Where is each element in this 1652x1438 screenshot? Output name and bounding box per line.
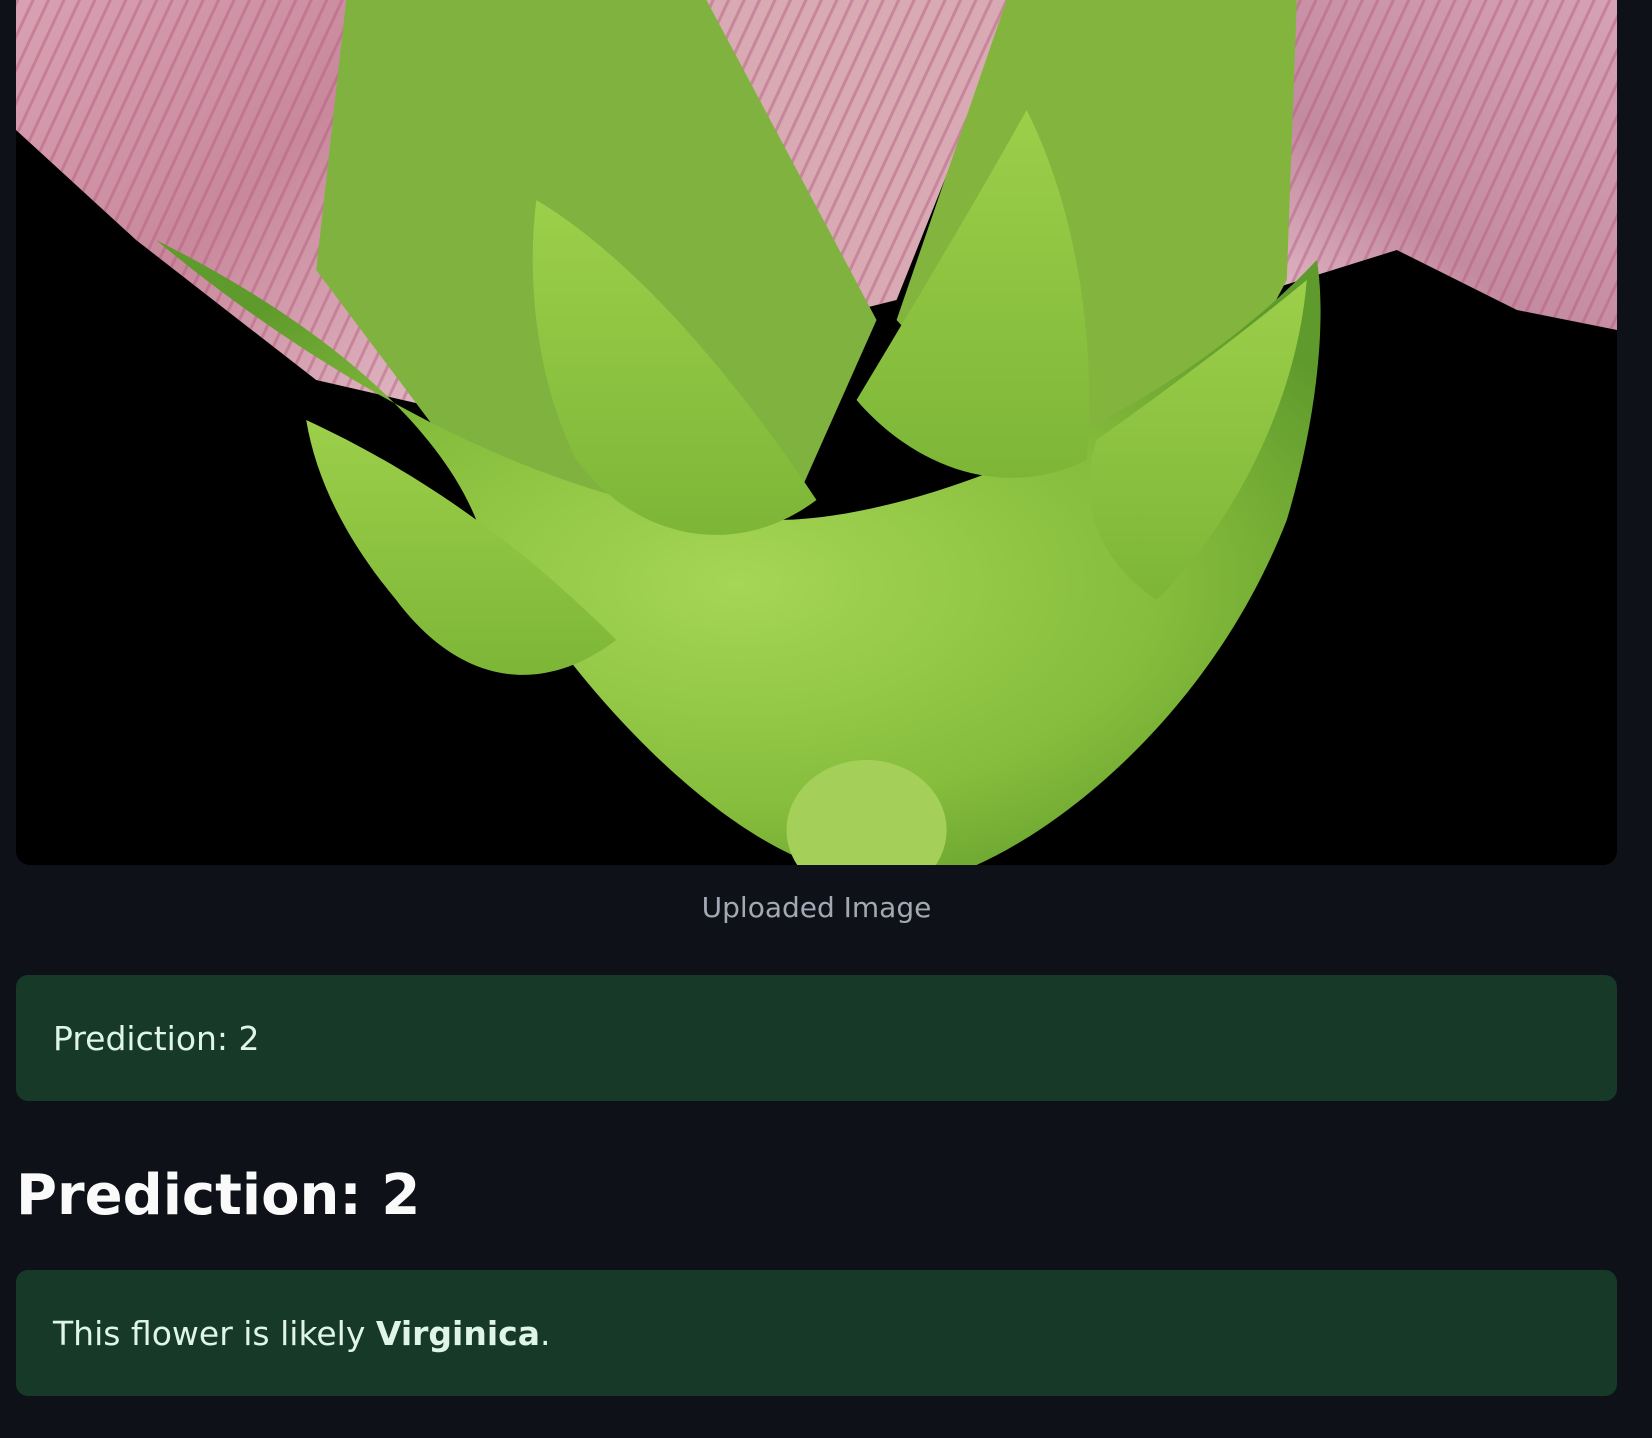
app-main: Uploaded Image Prediction: 2 Prediction:… [0,0,1652,1438]
species-result-alert: This flower is likely Virginica. [16,1270,1617,1396]
image-caption: Uploaded Image [701,891,932,924]
result-message: This flower is likely Virginica. [53,1314,551,1353]
result-suffix: . [540,1313,551,1353]
prediction-alert-text: Prediction: 2 [53,1018,260,1058]
prediction-success-alert: Prediction: 2 [16,975,1617,1101]
prediction-heading: Prediction: 2 [16,1163,421,1228]
result-prefix: This flower is likely [53,1313,376,1353]
uploaded-flower-image [16,0,1617,865]
result-species: Virginica [375,1313,540,1353]
